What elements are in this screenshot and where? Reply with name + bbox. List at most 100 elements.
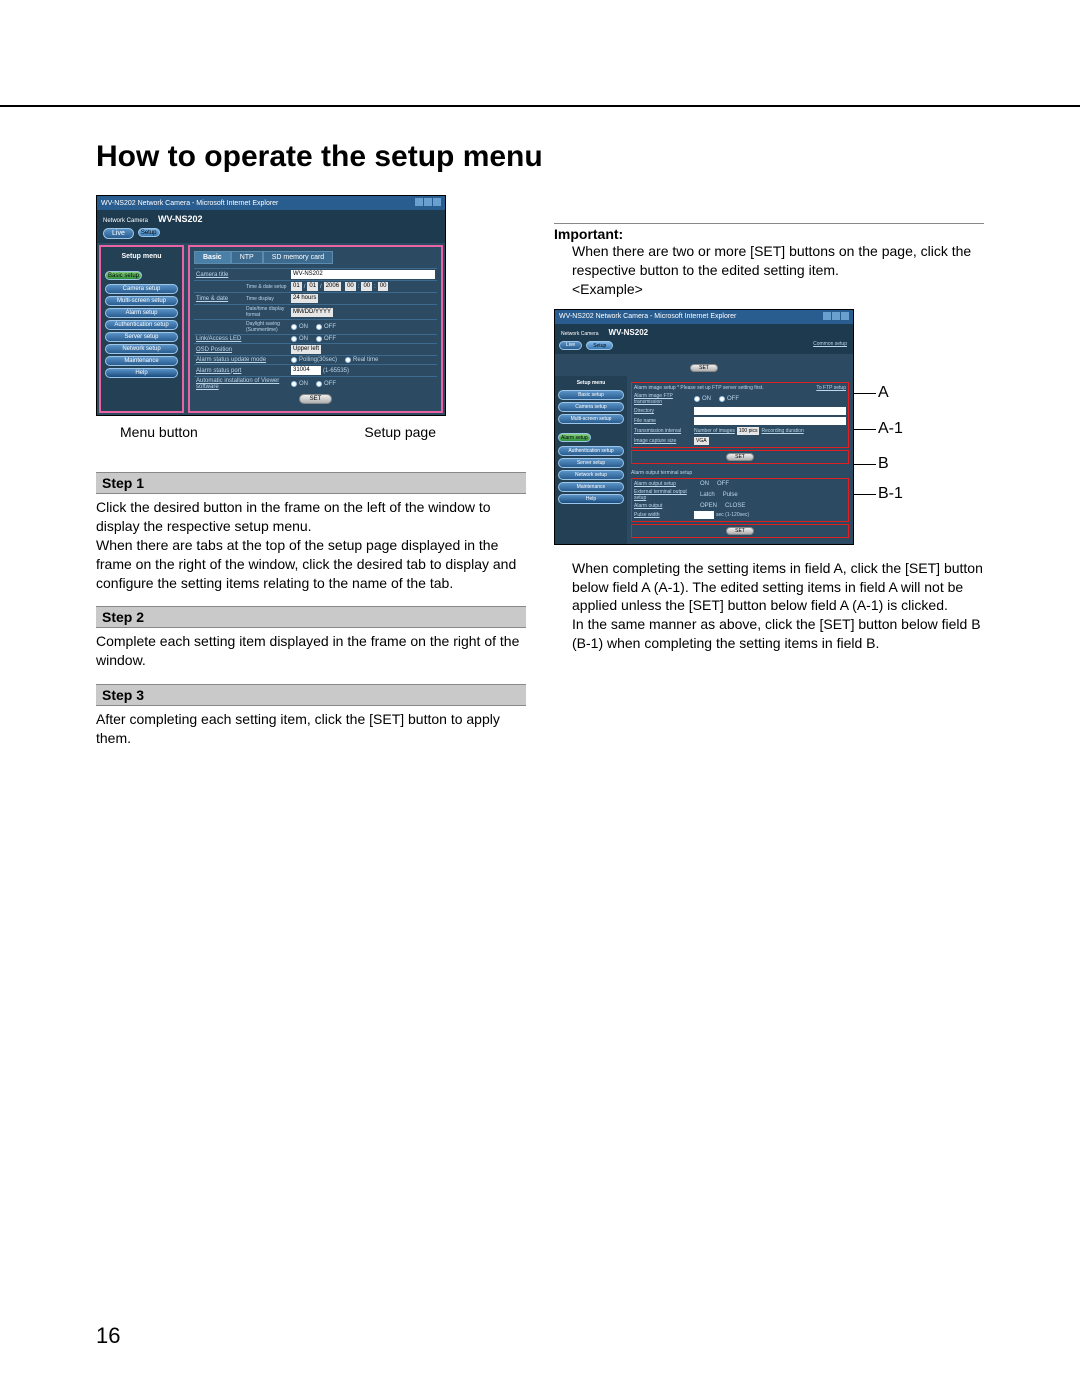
pw-input[interactable]	[694, 511, 714, 519]
important-heading: Important:	[554, 223, 984, 242]
dst-off-radio[interactable]	[316, 324, 322, 330]
time-mm[interactable]: 00	[361, 282, 372, 291]
sidebar-item-basic[interactable]: Basic setup	[558, 390, 624, 400]
sidebar-item-maint[interactable]: Maintenance	[558, 482, 624, 492]
alarm-port-label: Alarm status port	[196, 368, 291, 374]
example-label: <Example>	[572, 280, 984, 299]
time-hh[interactable]: 00	[345, 282, 356, 291]
row-camera-title: Camera title WV-NS202	[194, 268, 437, 280]
date-dd[interactable]: 01	[307, 282, 318, 291]
tab-sd[interactable]: SD memory card	[263, 251, 334, 264]
date-mm[interactable]: 01	[291, 282, 302, 291]
dt-fmt-select[interactable]: MM/DD/YYYY	[291, 308, 333, 317]
autoinst-on-radio[interactable]	[291, 381, 297, 387]
setup-page-pane: Basic NTP SD memory card Camera title WV…	[188, 245, 443, 413]
setup-button[interactable]: Setup	[586, 341, 613, 350]
camera-title-input[interactable]: WV-NS202	[291, 270, 435, 279]
step-3-body: After completing each setting item, clic…	[96, 710, 526, 748]
alarm-poll-radio[interactable]	[291, 357, 297, 363]
screenshot-caption: Menu button Setup page	[96, 424, 446, 440]
led-on-radio[interactable]	[291, 336, 297, 342]
tab-ntp[interactable]: NTP	[231, 251, 263, 264]
row-led: Link/Access LED ON OFF	[194, 334, 437, 343]
sidebar-item-multi[interactable]: Multi-screen setup	[558, 414, 624, 424]
sidebar-item-server[interactable]: Server setup	[105, 332, 178, 342]
tabs: Basic NTP SD memory card	[194, 251, 437, 264]
sidebar-item-camera[interactable]: Camera setup	[558, 402, 624, 412]
set-button-top[interactable]: SET	[690, 364, 718, 372]
set-button-a[interactable]: SET	[726, 453, 754, 461]
osd-select[interactable]: Upper left	[291, 345, 321, 354]
sidebar-item-maint[interactable]: Maintenance	[105, 356, 178, 366]
common-setup-link[interactable]: Common setup	[813, 341, 847, 350]
sidebar-item-camera[interactable]: Camera setup	[105, 284, 178, 294]
date-yyyy[interactable]: 2006	[324, 282, 341, 291]
section-b-set: SET	[631, 524, 849, 538]
callout-b1: B-1	[878, 485, 903, 503]
section-b: Alarm output setup ONOFF External termin…	[631, 478, 849, 522]
sidebar-item-server[interactable]: Server setup	[558, 458, 624, 468]
alarm-port-input[interactable]: 31004	[291, 366, 321, 375]
window-body: Setup menu Basic setup Camera setup Mult…	[555, 376, 853, 544]
alarm-rt-radio[interactable]	[345, 357, 351, 363]
dir-input[interactable]	[694, 407, 846, 415]
window-titlebar: WV-NS202 Network Camera - Microsoft Inte…	[555, 310, 853, 324]
example-screenshot: WV-NS202 Network Camera - Microsoft Inte…	[554, 309, 854, 545]
callout-a: A	[878, 384, 889, 402]
sidebar-item-help[interactable]: Help	[558, 494, 624, 504]
sidebar-item-alarm[interactable]: Alarm setup	[105, 308, 178, 318]
row-dt-format: Date/time display format MM/DD/YYYY	[194, 304, 437, 319]
section-a: Alarm image setup * Please set up FTP se…	[631, 382, 849, 448]
set-row: SET	[194, 391, 437, 407]
window-controls	[414, 198, 441, 208]
osd-label: OSD Position	[196, 347, 291, 353]
sidebar-item-auth[interactable]: Authentication setup	[558, 446, 624, 456]
time-disp-label: Time display	[246, 296, 291, 302]
cap-select[interactable]: VGA	[694, 437, 709, 445]
dt-fmt-label: Date/time display format	[246, 306, 291, 318]
sidebar-item-basic[interactable]: Basic setup	[105, 271, 142, 280]
window-title: WV-NS202 Network Camera - Microsoft Inte…	[101, 200, 278, 207]
row-time-date-setup: Time & date setup 01 / 01 / 2006 00 : 00…	[194, 280, 437, 292]
left-column: WV-NS202 Network Camera - Microsoft Inte…	[96, 195, 526, 748]
sidebar-item-network[interactable]: Network setup	[105, 344, 178, 354]
live-button[interactable]: Live	[559, 341, 582, 350]
sidebar-item-multi[interactable]: Multi-screen setup	[105, 296, 178, 306]
num-select[interactable]: 100 pics	[737, 427, 760, 435]
top-buttons: Live Setup	[97, 226, 445, 243]
callout-line-a1	[854, 429, 876, 430]
brand-label: Network Camera	[561, 331, 599, 337]
date-fields: 01 / 01 / 2006 00 : 00 : 00	[291, 282, 435, 291]
sidebar-item-alarm[interactable]: Alarm setup	[558, 433, 591, 442]
setup-button[interactable]: Setup	[138, 228, 160, 237]
time-ss[interactable]: 00	[378, 282, 389, 291]
sidebar-item-auth[interactable]: Authentication setup	[105, 320, 178, 330]
autoinst-off-radio[interactable]	[316, 381, 322, 387]
callout-line-b	[854, 464, 876, 465]
set-button-b[interactable]: SET	[726, 527, 754, 535]
dst-on-radio[interactable]	[291, 324, 297, 330]
to-ftp-link[interactable]: To FTP setup	[816, 385, 846, 391]
alarm-port-range: (1-65535)	[323, 368, 349, 374]
live-button[interactable]: Live	[103, 228, 134, 239]
page-title: How to operate the setup menu	[96, 140, 543, 174]
row-autoinst: Automatic installation of Viewer softwar…	[194, 376, 437, 391]
window-titlebar: WV-NS202 Network Camera - Microsoft Inte…	[97, 196, 445, 210]
model-label: WV-NS202	[609, 328, 649, 337]
time-disp-select[interactable]: 24 hours	[291, 294, 318, 303]
sidebar-item-help[interactable]: Help	[105, 368, 178, 378]
sidebar-heading: Setup menu	[558, 380, 624, 386]
callout-b: B	[878, 455, 889, 473]
step-2-head: Step 2	[96, 606, 526, 628]
sidebar-item-network[interactable]: Network setup	[558, 470, 624, 480]
setup-page-pane: Alarm image setup * Please set up FTP se…	[627, 376, 853, 544]
file-input[interactable]	[694, 417, 846, 425]
important-body: When there are two or more [SET] buttons…	[572, 242, 984, 280]
row-osd: OSD Position Upper left	[194, 343, 437, 355]
step-1-body: Click the desired button in the frame on…	[96, 498, 526, 592]
tab-basic[interactable]: Basic	[194, 251, 231, 264]
set-button[interactable]: SET	[299, 394, 333, 404]
important-after: When completing the setting items in fie…	[572, 559, 984, 653]
led-off-radio[interactable]	[316, 336, 322, 342]
row-alarm-mode: Alarm status update mode Polling(30sec) …	[194, 355, 437, 364]
